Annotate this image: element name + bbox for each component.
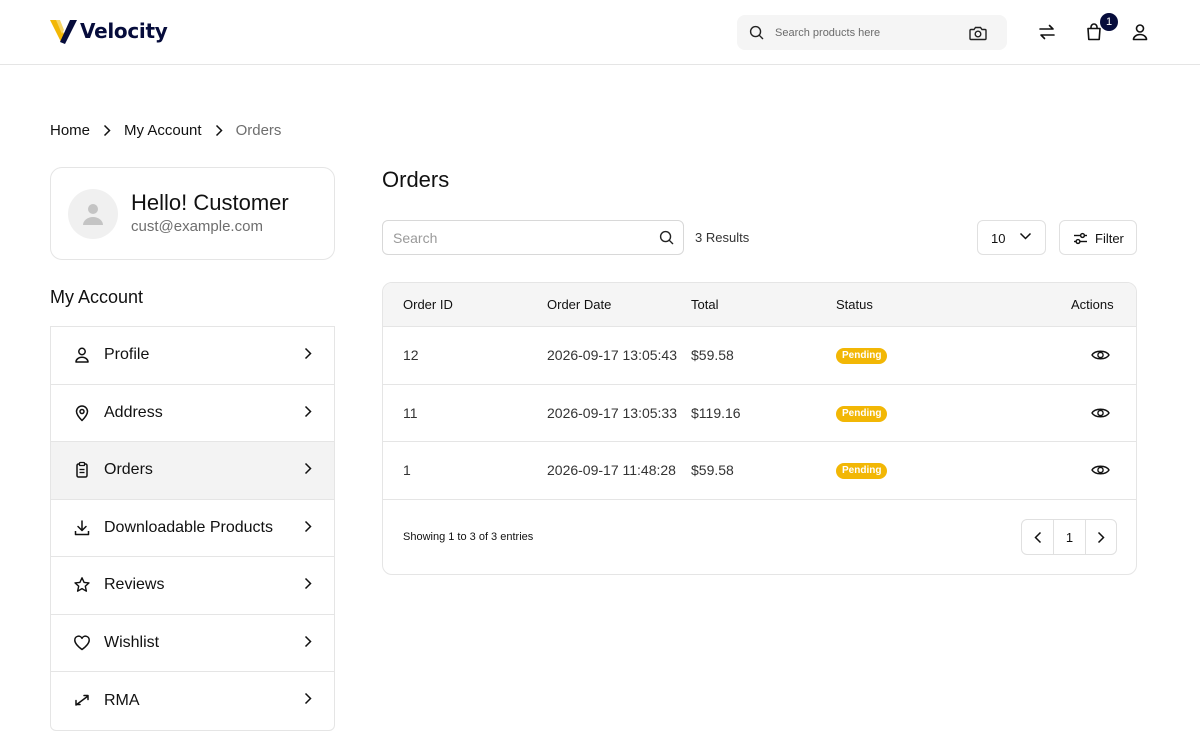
brand-logo[interactable]: Velocity [50, 18, 168, 44]
sidebar-title: My Account [50, 287, 144, 307]
column-header-order-id[interactable]: Order ID [403, 297, 453, 312]
order-date: 2026-09-17 13:05:33 [547, 404, 677, 421]
table-row: 11 2026-09-17 13:05:33 $119.16 Pending [383, 385, 1136, 442]
orders-search[interactable] [382, 220, 684, 255]
order-id: 11 [403, 404, 418, 421]
table-header: Order ID Order Date Total Status Actions [383, 283, 1136, 327]
sidebar-item-label: Downloadable Products [104, 518, 273, 536]
status-badge: Pending [836, 463, 888, 479]
site-header: Velocity 1 [0, 0, 1200, 65]
camera-icon[interactable] [969, 25, 987, 41]
orders-table: Order ID Order Date Total Status Actions… [382, 282, 1137, 575]
previous-page-button[interactable] [1022, 520, 1053, 554]
star-icon [74, 577, 90, 592]
sidebar-item-reviews[interactable]: Reviews [51, 557, 334, 615]
page-title: Orders [382, 167, 450, 192]
eye-icon[interactable] [1091, 348, 1110, 362]
next-page-button[interactable] [1084, 520, 1116, 554]
order-total: $59.58 [691, 462, 734, 478]
header-search[interactable] [737, 15, 1007, 50]
sidebar-item-downloadable-products[interactable]: Downloadable Products [51, 500, 334, 557]
eye-icon[interactable] [1091, 406, 1110, 420]
sidebar-item-label: Address [104, 403, 163, 421]
breadcrumb-my-account[interactable]: My Account [124, 122, 202, 139]
per-page-select[interactable]: 10 [977, 220, 1046, 255]
chevron-right-icon [304, 692, 312, 705]
status-badge: Pending [836, 405, 888, 422]
sidebar-item-label: Orders [104, 461, 153, 479]
per-page-value: 10 [991, 231, 1006, 246]
user-icon [75, 347, 89, 363]
pagination-summary: Showing 1 to 3 of 3 entries [403, 531, 534, 543]
account-menu: Profile Address Orders Downloadable Prod… [50, 326, 335, 731]
breadcrumb-current: Orders [235, 121, 282, 139]
sidebar-item-wishlist[interactable]: Wishlist [51, 615, 334, 672]
page-number-button[interactable]: 1 [1053, 520, 1084, 554]
customer-greeting: Hello! Customer [131, 190, 289, 215]
breadcrumb: Home My Account Orders [50, 120, 281, 140]
heart-icon [74, 634, 90, 650]
table-row: 1 2026-09-17 11:48:28 $59.58 Pending [383, 442, 1136, 500]
column-header-total[interactable]: Total [691, 297, 718, 312]
header-search-input[interactable] [775, 15, 965, 50]
chevron-right-icon [103, 124, 111, 137]
return-icon [75, 694, 89, 706]
filter-label: Filter [1095, 231, 1124, 246]
chevron-right-icon [304, 520, 312, 532]
column-header-order-date[interactable]: Order Date [547, 297, 611, 312]
order-id: 1 [403, 462, 411, 478]
chevron-left-icon [1034, 531, 1041, 543]
status-badge: Pending [836, 348, 888, 364]
location-icon [75, 404, 89, 421]
orders-search-input[interactable] [393, 221, 653, 254]
sidebar-item-label: Wishlist [104, 633, 160, 651]
avatar-placeholder-icon [83, 204, 103, 225]
table-row: 12 2026-09-17 13:05:43 $59.58 Pending [383, 327, 1136, 385]
chevron-right-icon [304, 635, 312, 647]
sidebar-item-rma[interactable]: RMA [51, 672, 334, 730]
sidebar-item-label: RMA [104, 691, 140, 709]
chevron-down-icon [1019, 232, 1032, 240]
order-date: 2026-09-17 13:05:43 [547, 347, 677, 363]
search-icon[interactable] [659, 230, 674, 245]
chevron-right-icon [304, 462, 312, 475]
cart-count-badge: 1 [1100, 13, 1118, 31]
chevron-right-icon [1097, 531, 1105, 543]
compare-icon[interactable] [1037, 22, 1057, 42]
search-icon [749, 25, 764, 40]
brand-name: Velocity [80, 19, 168, 43]
sliders-icon [1074, 232, 1087, 245]
chevron-right-icon [304, 405, 312, 417]
avatar [68, 189, 118, 239]
order-total: $59.58 [691, 347, 734, 363]
column-header-status[interactable]: Status [836, 297, 873, 312]
customer-email: cust@example.com [131, 218, 263, 235]
eye-icon[interactable] [1091, 463, 1110, 477]
order-id: 12 [403, 347, 419, 363]
velocity-logo-icon [50, 20, 77, 44]
chevron-right-icon [215, 124, 223, 137]
order-total: $119.16 [691, 404, 741, 421]
customer-card: Hello! Customer cust@example.com [50, 167, 335, 260]
download-icon [74, 519, 90, 535]
user-icon[interactable] [1130, 22, 1150, 42]
sidebar-item-address[interactable]: Address [51, 385, 334, 442]
filter-button[interactable]: Filter [1059, 220, 1137, 255]
chevron-right-icon [304, 577, 312, 590]
breadcrumb-home[interactable]: Home [50, 122, 90, 139]
chevron-right-icon [304, 347, 312, 360]
clipboard-icon [76, 461, 88, 478]
sidebar-item-label: Profile [104, 346, 150, 364]
pagination: 1 [1021, 519, 1117, 555]
order-date: 2026-09-17 11:48:28 [547, 462, 676, 478]
column-header-actions: Actions [1071, 297, 1114, 312]
sidebar-item-orders[interactable]: Orders [51, 442, 334, 500]
sidebar-item-profile[interactable]: Profile [51, 327, 334, 385]
sidebar-item-label: Reviews [104, 576, 165, 594]
results-count: 3 Results [695, 230, 750, 245]
